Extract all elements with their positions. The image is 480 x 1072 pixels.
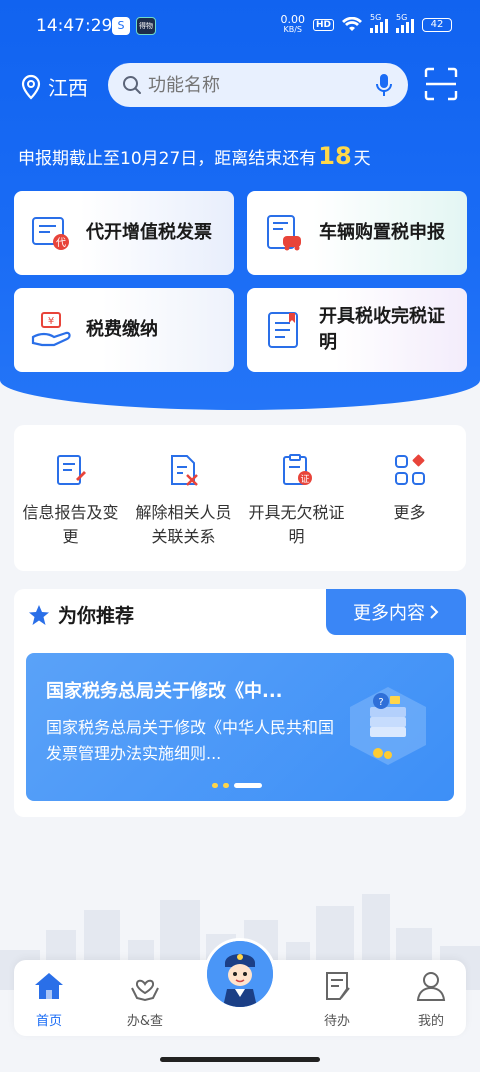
tab-mine[interactable]: 我的 [396, 970, 466, 1029]
microphone-icon[interactable] [374, 72, 394, 98]
svg-text:¥: ¥ [48, 316, 54, 327]
days-remaining: 18 [318, 142, 352, 170]
banner-description: 国家税务总局关于修改《中华人民共和国发票管理办法实施细则... [46, 718, 335, 763]
search-icon [123, 76, 141, 94]
battery-icon: 42 [422, 18, 452, 32]
quick-card-label: 代开增值税发票 [86, 222, 212, 243]
tab-handle-query[interactable]: 办&查 [110, 970, 180, 1029]
certificate-icon [268, 312, 298, 348]
location-label: 江西 [48, 76, 88, 100]
svg-text:?: ? [378, 697, 383, 708]
document-stack-illustration: ? [350, 687, 426, 765]
payment-icon: ¥ [31, 312, 71, 347]
quick-card-certificate[interactable]: 开具税收完税证明 [247, 288, 467, 372]
service-label: 解除相关人员关联关系 [135, 503, 232, 546]
signal-icon: 5G [370, 13, 388, 33]
tab-todo[interactable]: 待办 [302, 970, 372, 1029]
service-label: 信息报告及变更 [22, 503, 119, 546]
service-no-arrears[interactable]: 证 开具无欠税证明 [247, 453, 347, 571]
deadline-notice: 申报期截止至10月27日，距离结束还有18 天 [18, 142, 371, 170]
tax-officer-avatar-icon [207, 941, 273, 1007]
recommend-header: 为你推荐 [28, 601, 134, 628]
chevron-right-icon [430, 605, 439, 619]
quick-card-label: 车辆购置税申报 [319, 222, 445, 243]
assistant-avatar-button[interactable] [204, 938, 276, 1010]
tab-label: 我的 [417, 1014, 444, 1029]
hd-icon: HD [312, 19, 334, 31]
signal-icon: 5G [396, 13, 414, 33]
service-label: 更多 [393, 503, 426, 522]
search-input[interactable] [148, 74, 374, 96]
quick-card-vehicle-tax[interactable]: 车辆购置税申报 [247, 191, 467, 275]
no-arrears-icon: 证 [282, 454, 312, 485]
status-time: 14:47:29 [36, 16, 113, 36]
location-pin-icon [21, 74, 41, 100]
banner-title: 国家税务总局关于修改《中... [46, 681, 283, 702]
unlink-icon [170, 455, 198, 486]
home-indicator [160, 1057, 320, 1062]
news-banner[interactable]: 国家税务总局关于修改《中... 国家税务总局关于修改《中华人民共和国发票管理办法… [26, 653, 454, 801]
invoice-icon: 代 [32, 217, 69, 250]
more-content-button[interactable]: 更多内容 [326, 589, 466, 635]
report-icon [56, 455, 86, 485]
todo-icon [326, 972, 350, 1000]
service-info-report[interactable]: 信息报告及变更 [21, 453, 121, 571]
quick-card-payment[interactable]: ¥ 税费缴纳 [14, 288, 234, 372]
svg-text:证: 证 [300, 474, 309, 485]
notification-app-icon: 得物 [136, 17, 156, 35]
tab-label: 首页 [35, 1014, 62, 1029]
carousel-indicator [212, 783, 262, 788]
quick-card-label: 开具税收完税证明 [319, 306, 445, 353]
location-selector[interactable]: 江西 [20, 72, 88, 101]
services-panel: 信息报告及变更 解除相关人员关联关系 证 开具无欠税证明 更多 [14, 425, 466, 571]
tab-label: 待办 [323, 1014, 350, 1029]
wifi-icon [342, 17, 362, 31]
status-bar: 14:47:29 S 得物 0.00 KB/S HD 5G 5G 42 [0, 0, 480, 56]
service-unlink[interactable]: 解除相关人员关联关系 [134, 453, 234, 571]
service-label: 开具无欠税证明 [248, 503, 345, 546]
service-more[interactable]: 更多 [360, 453, 460, 571]
person-icon [416, 972, 446, 1001]
recommend-panel: 为你推荐 更多内容 国家税务总局关于修改《中... 国家税务总局关于修改《中华人… [14, 589, 466, 817]
tab-label: 办&查 [126, 1014, 164, 1029]
recommend-title: 为你推荐 [58, 605, 135, 627]
home-icon [35, 973, 63, 999]
tab-home[interactable]: 首页 [14, 970, 84, 1029]
network-speed: 0.00 KB/S [280, 13, 305, 34]
vehicle-tax-icon [267, 215, 301, 251]
svg-text:代: 代 [56, 237, 66, 249]
search-bar[interactable] [108, 63, 408, 107]
quick-card-label: 税费缴纳 [86, 319, 158, 340]
heart-hands-icon [131, 979, 159, 1002]
quick-card-invoice[interactable]: 代 代开增值税发票 [14, 191, 234, 275]
scan-icon[interactable] [424, 67, 458, 101]
star-icon [29, 604, 49, 625]
more-grid-icon [394, 454, 425, 485]
notification-app-icon: S [112, 17, 130, 35]
